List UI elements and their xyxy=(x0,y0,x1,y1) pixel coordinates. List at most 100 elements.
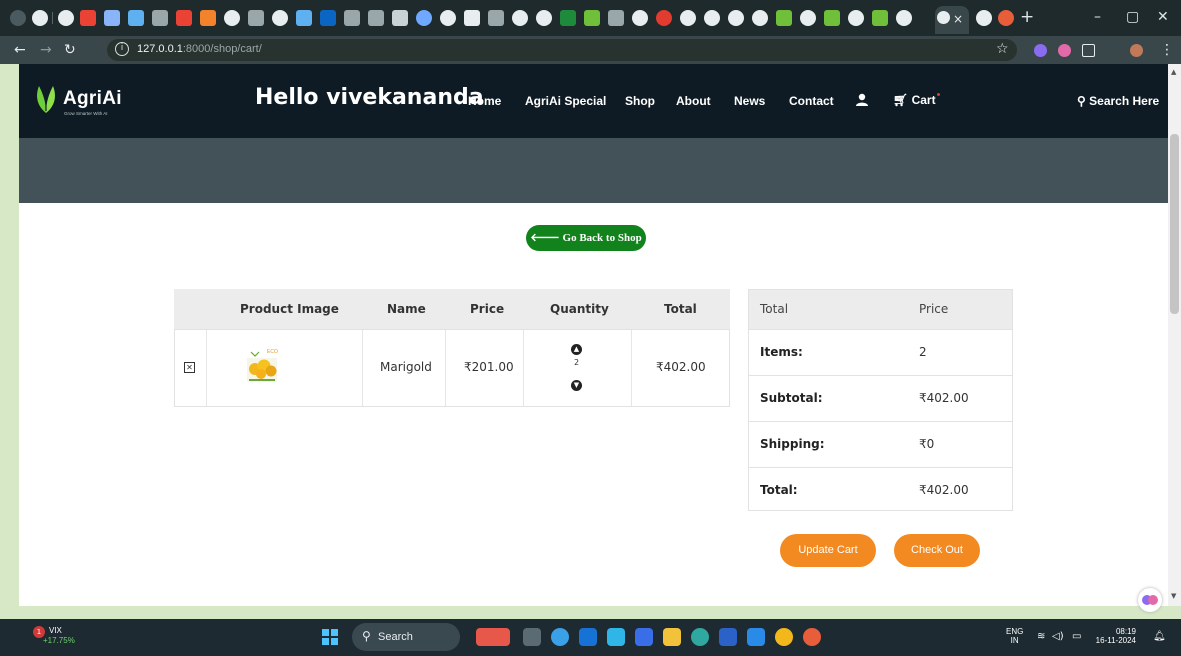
linkedin-tab-icon[interactable] xyxy=(320,10,336,26)
edge-app-icon[interactable] xyxy=(691,628,709,646)
update-cart-button[interactable]: Update Cart xyxy=(780,534,876,567)
taskbar-app-icon[interactable] xyxy=(803,628,821,646)
tab-favicon[interactable] xyxy=(464,10,480,26)
bookmark-star-icon[interactable]: ☆ xyxy=(996,41,1009,57)
profile-avatar[interactable] xyxy=(1130,44,1143,57)
tab-favicon[interactable] xyxy=(58,10,74,26)
chrome-app-icon[interactable] xyxy=(775,628,793,646)
tab-favicon[interactable] xyxy=(824,10,840,26)
vscode-app-icon[interactable] xyxy=(747,628,765,646)
volume-icon[interactable]: ◁) xyxy=(1052,631,1064,642)
nav-about[interactable]: About xyxy=(676,94,711,108)
extension-icon[interactable] xyxy=(1034,44,1047,57)
scroll-down-icon[interactable]: ▼ xyxy=(1171,592,1176,600)
tab-favicon[interactable] xyxy=(872,10,888,26)
file-explorer-icon[interactable] xyxy=(663,628,681,646)
tab-favicon[interactable] xyxy=(248,10,264,26)
nav-cart[interactable]: 🛒︎ Cart xyxy=(893,93,940,107)
minimize-icon[interactable]: – xyxy=(1094,9,1101,25)
tab-favicon[interactable] xyxy=(608,10,624,26)
language-indicator[interactable]: ENG IN xyxy=(1006,627,1023,645)
active-tab[interactable]: × xyxy=(935,6,969,34)
tab-favicon[interactable] xyxy=(104,10,120,26)
tab-close-icon[interactable]: × xyxy=(953,12,963,26)
wifi-icon[interactable]: ≋ xyxy=(1037,631,1045,642)
nav-home[interactable]: Home xyxy=(468,94,501,108)
window-close-icon[interactable]: ✕ xyxy=(1157,9,1169,25)
tab-favicon[interactable] xyxy=(560,10,576,26)
tab-favicon[interactable] xyxy=(656,10,672,26)
tab-favicon[interactable] xyxy=(128,10,144,26)
agriai-logo[interactable]: AgriAi Grow Smarter With AI xyxy=(33,84,143,124)
tab-favicon[interactable] xyxy=(344,10,360,26)
google-tab-icon[interactable] xyxy=(976,10,992,26)
outlook-app-icon[interactable] xyxy=(579,628,597,646)
tab-favicon[interactable] xyxy=(728,10,744,26)
browser-menu-icon[interactable]: ⋮ xyxy=(1160,42,1174,58)
google-tab-icon[interactable] xyxy=(440,10,456,26)
go-back-to-shop-button[interactable]: 🡐 Go Back to Shop xyxy=(526,225,646,251)
scroll-up-icon[interactable]: ▲ xyxy=(1171,68,1176,76)
google-tab-icon[interactable] xyxy=(800,10,816,26)
tab-favicon[interactable] xyxy=(704,10,720,26)
quantity-decrease-icon[interactable]: ▼ xyxy=(571,380,582,391)
nav-shop[interactable]: Shop xyxy=(625,94,655,108)
tab-favicon[interactable] xyxy=(998,10,1014,26)
search-link[interactable]: ⚲ Search Here xyxy=(1077,94,1159,108)
tab-favicon[interactable] xyxy=(224,10,240,26)
address-bar[interactable]: i 127.0.0.1:8000/shop/cart/ xyxy=(107,39,1017,61)
tab-favicon[interactable] xyxy=(416,10,432,26)
site-info-icon[interactable]: i xyxy=(115,42,129,56)
forward-arrow-icon[interactable]: → xyxy=(40,42,52,58)
tab-favicon[interactable] xyxy=(368,10,384,26)
google-tab-icon[interactable] xyxy=(752,10,768,26)
gmail-tab-icon[interactable] xyxy=(176,10,192,26)
notification-bell-icon[interactable]: 🔔︎ xyxy=(1153,631,1166,642)
clock[interactable]: 08:19 16-11-2024 xyxy=(1092,627,1136,645)
google-tab-icon[interactable] xyxy=(896,10,912,26)
battery-icon[interactable]: ▭ xyxy=(1072,631,1081,642)
page-scrollbar[interactable]: ▲ ▼ xyxy=(1168,64,1181,606)
extension-icon[interactable] xyxy=(1058,44,1071,57)
tab-favicon[interactable] xyxy=(200,10,216,26)
nav-contact[interactable]: Contact xyxy=(789,94,834,108)
hero-banner xyxy=(19,138,1168,203)
tab-favicon[interactable] xyxy=(32,10,48,26)
tab-favicon[interactable] xyxy=(680,10,696,26)
tab-favicon[interactable] xyxy=(392,10,408,26)
tab-favicon[interactable] xyxy=(536,10,552,26)
nav-agriai-special[interactable]: AgriAi Special xyxy=(525,94,606,108)
tab-favicon[interactable] xyxy=(296,10,312,26)
taskbar-app-icon[interactable] xyxy=(523,628,541,646)
taskbar-app-icon[interactable] xyxy=(551,628,569,646)
tab-favicon[interactable] xyxy=(584,10,600,26)
taskbar-search[interactable]: ⚲ Search xyxy=(352,623,460,651)
floating-assistant-icon[interactable] xyxy=(1138,588,1162,612)
quantity-increase-icon[interactable]: ▲ xyxy=(571,344,582,355)
extensions-puzzle-icon[interactable] xyxy=(1082,44,1095,57)
tab-favicon[interactable] xyxy=(632,10,648,26)
tab-favicon[interactable] xyxy=(152,10,168,26)
scroll-thumb[interactable] xyxy=(1170,134,1179,314)
svg-text:ECO: ECO xyxy=(267,349,278,355)
google-tab-icon[interactable] xyxy=(848,10,864,26)
tab-favicon[interactable] xyxy=(776,10,792,26)
word-app-icon[interactable] xyxy=(719,628,737,646)
windows-start-icon[interactable] xyxy=(322,629,338,645)
reload-icon[interactable]: ↻ xyxy=(64,42,76,58)
taskbar-app-icon[interactable] xyxy=(607,628,625,646)
new-tab-button[interactable]: + xyxy=(1020,7,1034,27)
restore-icon[interactable]: ▢ xyxy=(1126,9,1139,25)
back-arrow-icon[interactable]: ← xyxy=(14,42,26,58)
nav-news[interactable]: News xyxy=(734,94,765,108)
tab-favicon[interactable] xyxy=(512,10,528,26)
user-icon[interactable] xyxy=(855,93,869,107)
widgets-app-icon[interactable] xyxy=(476,628,510,646)
remove-item-icon[interactable]: ✕ xyxy=(184,362,195,373)
tab-search-icon[interactable] xyxy=(10,10,26,26)
check-out-button[interactable]: Check Out xyxy=(894,534,980,567)
taskbar-app-icon[interactable] xyxy=(635,628,653,646)
gmail-tab-icon[interactable] xyxy=(80,10,96,26)
tab-favicon[interactable] xyxy=(488,10,504,26)
tab-favicon[interactable] xyxy=(272,10,288,26)
